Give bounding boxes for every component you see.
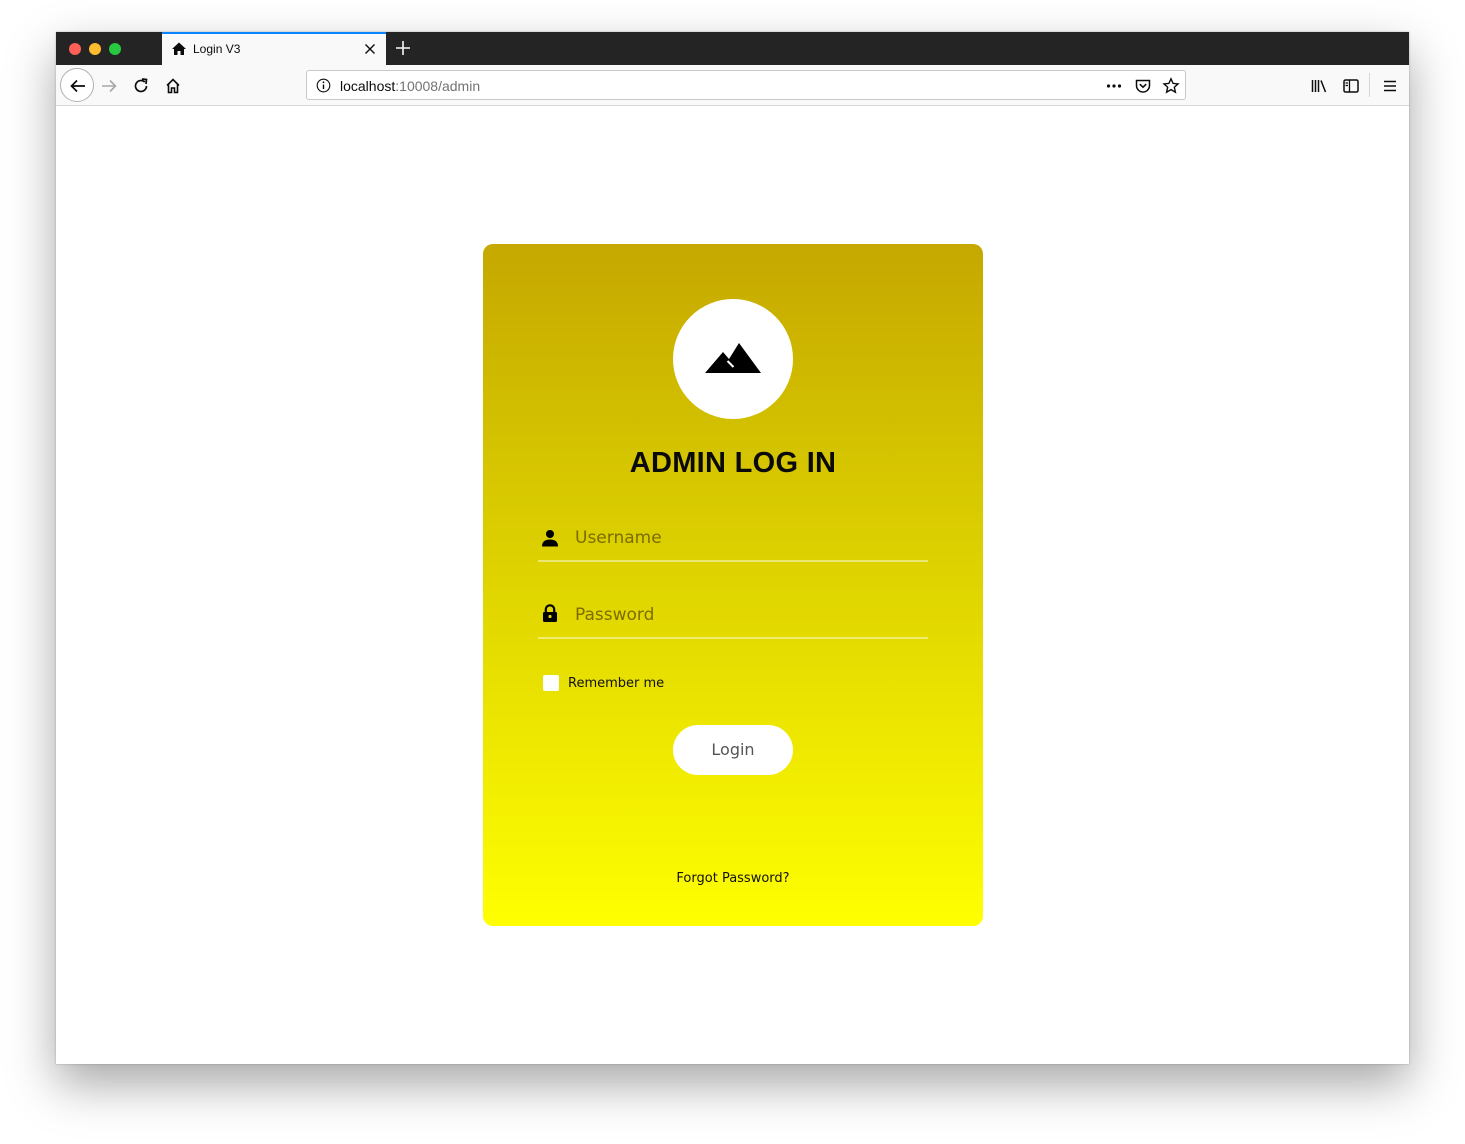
page-content: ADMIN LOG IN Remember me <box>56 106 1409 1064</box>
url-text[interactable]: localhost:10008/admin <box>340 78 480 94</box>
close-tab-icon[interactable] <box>364 43 376 55</box>
url-path: :10008/admin <box>395 78 481 94</box>
username-field <box>538 512 928 562</box>
page-actions-icon[interactable] <box>1105 77 1123 95</box>
lock-icon <box>543 604 557 622</box>
browser-window: Login V3 localhost:10008/admin ADMIN LOG… <box>56 32 1409 1064</box>
close-window-button[interactable] <box>69 43 81 55</box>
username-input[interactable] <box>575 520 925 556</box>
bookmark-star-icon[interactable] <box>1162 77 1180 95</box>
navigation-toolbar: localhost:10008/admin <box>56 65 1409 106</box>
home-icon[interactable] <box>164 77 182 95</box>
url-bar[interactable]: localhost:10008/admin <box>306 70 1186 100</box>
page-title: ADMIN LOG IN <box>629 447 837 479</box>
new-tab-icon[interactable] <box>395 40 411 56</box>
remember-label: Remember me <box>568 676 665 691</box>
password-field <box>538 589 928 639</box>
sidebar-icon[interactable] <box>1342 77 1360 95</box>
hamburger-menu-icon[interactable] <box>1381 77 1399 95</box>
library-icon[interactable] <box>1310 77 1328 95</box>
login-button[interactable]: Login <box>673 725 793 775</box>
password-input[interactable] <box>575 597 925 633</box>
reload-icon[interactable] <box>132 77 150 95</box>
remember-checkbox[interactable] <box>543 675 559 691</box>
back-arrow-icon <box>70 79 85 93</box>
site-info-icon[interactable] <box>316 78 331 93</box>
pocket-icon[interactable] <box>1134 77 1152 95</box>
minimize-window-button[interactable] <box>89 43 101 55</box>
home-icon <box>172 42 186 55</box>
login-card: ADMIN LOG IN Remember me <box>483 244 983 926</box>
mountain-icon <box>705 343 761 373</box>
back-button[interactable] <box>60 68 94 102</box>
toolbar-divider <box>1369 73 1370 97</box>
tab-title: Login V3 <box>193 42 241 56</box>
url-host: localhost <box>340 78 396 94</box>
logo-badge <box>673 299 793 419</box>
tab-strip: Login V3 <box>56 32 1409 65</box>
zoom-window-button[interactable] <box>109 43 121 55</box>
forward-arrow-icon[interactable] <box>100 77 118 95</box>
forgot-password-link[interactable]: Forgot Password? <box>483 871 983 886</box>
tab-login[interactable]: Login V3 <box>162 32 386 65</box>
user-icon <box>542 530 558 547</box>
